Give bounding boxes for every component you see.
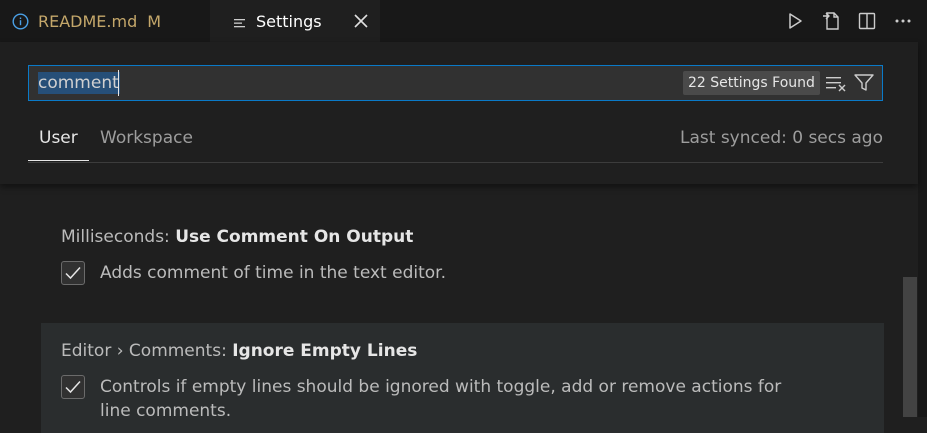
modified-badge: M: [147, 11, 162, 31]
tab-readme[interactable]: README.md M: [0, 0, 209, 42]
close-icon[interactable]: [351, 11, 371, 31]
scrollbar-thumb[interactable]: [903, 277, 917, 417]
tab-workspace[interactable]: Workspace: [100, 128, 193, 160]
tab-readme-label: README.md: [38, 11, 138, 31]
setting-name: Use Comment On Output: [175, 227, 414, 247]
play-icon[interactable]: [785, 11, 805, 31]
tab-settings[interactable]: Settings: [210, 0, 380, 42]
more-icon[interactable]: [893, 11, 913, 31]
editor-actions: [769, 0, 913, 42]
text-cursor: [118, 70, 119, 96]
lines-icon: [234, 15, 246, 28]
tab-user[interactable]: User: [39, 128, 78, 160]
settings-header: comment 22 Settings Found User Workspace…: [0, 42, 918, 184]
settings-scope-tabs: User Workspace Last synced: 0 secs ago: [28, 120, 883, 163]
clear-filter-icon[interactable]: [825, 73, 847, 93]
setting-checkbox[interactable]: [61, 261, 85, 285]
setting-description: Controls if empty lines should be ignore…: [100, 377, 782, 421]
scrollbar-track: [918, 42, 927, 417]
search-query[interactable]: comment: [38, 72, 120, 94]
setting-title: Editor › Comments: Ignore Empty Lines: [61, 341, 417, 361]
setting-category: Editor › Comments:: [61, 341, 233, 361]
settings-list: Milliseconds: Use Comment On Output Adds…: [0, 184, 918, 433]
settings-search-input[interactable]: comment 22 Settings Found: [28, 65, 883, 101]
setting-item: Milliseconds: Use Comment On Output Adds…: [41, 214, 884, 314]
sync-status: Last synced: 0 secs ago: [680, 128, 883, 148]
split-editor-icon[interactable]: [857, 11, 877, 31]
setting-title: Milliseconds: Use Comment On Output: [61, 227, 413, 247]
filter-icon[interactable]: [853, 73, 875, 93]
setting-category: Milliseconds:: [61, 227, 176, 247]
setting-name: Ignore Empty Lines: [232, 341, 418, 361]
info-icon: [12, 12, 29, 30]
results-count-badge: 22 Settings Found: [683, 71, 820, 95]
setting-description: Adds comment of time in the text editor.: [100, 263, 446, 283]
active-tab-indicator: [28, 160, 89, 161]
open-file-icon[interactable]: [821, 11, 841, 31]
tab-bar: README.md M Settings: [0, 0, 927, 42]
setting-checkbox[interactable]: [61, 375, 85, 399]
tab-settings-label: Settings: [256, 11, 322, 31]
